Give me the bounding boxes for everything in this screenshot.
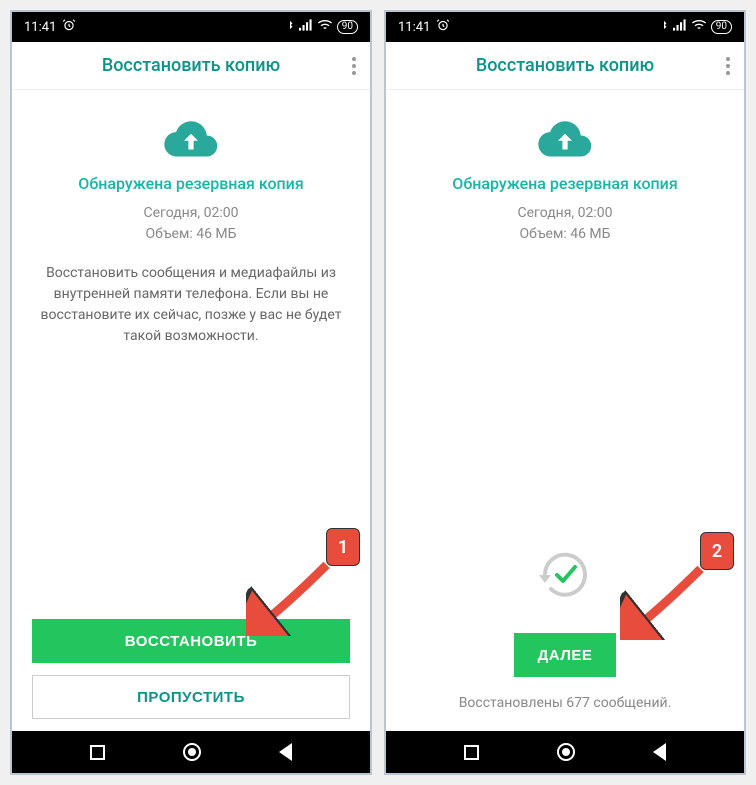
restore-status: Восстановлены 677 сообщений. [459,695,672,711]
callout-marker-2: 2 [700,532,734,570]
phone-right: 11:41 90 Восстановить копию Обнаружена р… [384,10,746,775]
wifi-icon [317,19,333,35]
callout-marker-1: 1 [326,528,360,566]
status-time: 11:41 [24,20,56,35]
skip-button[interactable]: ПРОПУСТИТЬ [32,675,350,719]
statusbar: 11:41 90 [386,12,744,42]
back-button[interactable] [653,743,666,761]
home-button[interactable] [557,743,575,761]
backup-size: Объем: 46 МБ [517,224,612,245]
recents-button[interactable] [90,745,105,760]
alarm-icon [62,18,76,36]
status-time: 11:41 [398,20,430,35]
next-button[interactable]: ДАЛЕЕ [514,633,617,677]
wifi-icon [691,19,707,35]
backup-size: Объем: 46 МБ [143,224,238,245]
android-navbar [12,731,370,773]
backup-description: Восстановить сообщения и медиафайлы из в… [32,263,350,347]
backup-found-heading: Обнаружена резервная копия [452,174,677,193]
alarm-icon [436,18,450,36]
bluetooth-icon [285,18,295,36]
signal-icon [673,19,687,35]
backup-meta: Сегодня, 02:00 Объем: 46 МБ [517,203,612,245]
bluetooth-icon [659,18,669,36]
appbar-title: Восстановить копию [102,55,280,76]
backup-meta: Сегодня, 02:00 Объем: 46 МБ [143,203,238,245]
backup-found-heading: Обнаружена резервная копия [78,174,303,193]
appbar-title: Восстановить копию [476,55,654,76]
backup-date: Сегодня, 02:00 [517,203,612,224]
battery-icon: 90 [337,20,358,34]
battery-icon: 90 [711,20,732,34]
cloud-upload-icon [537,118,593,158]
recents-button[interactable] [464,745,479,760]
more-options-icon[interactable] [726,57,730,75]
phone-left: 11:41 90 Восстановить копию Обнаружена р… [10,10,372,775]
more-options-icon[interactable] [352,57,356,75]
statusbar: 11:41 90 [12,12,370,42]
restore-complete-icon [535,545,595,605]
appbar: Восстановить копию [386,42,744,90]
signal-icon [299,19,313,35]
appbar: Восстановить копию [12,42,370,90]
home-button[interactable] [183,743,201,761]
backup-date: Сегодня, 02:00 [143,203,238,224]
cloud-upload-icon [163,118,219,158]
android-navbar [386,731,744,773]
back-button[interactable] [279,743,292,761]
